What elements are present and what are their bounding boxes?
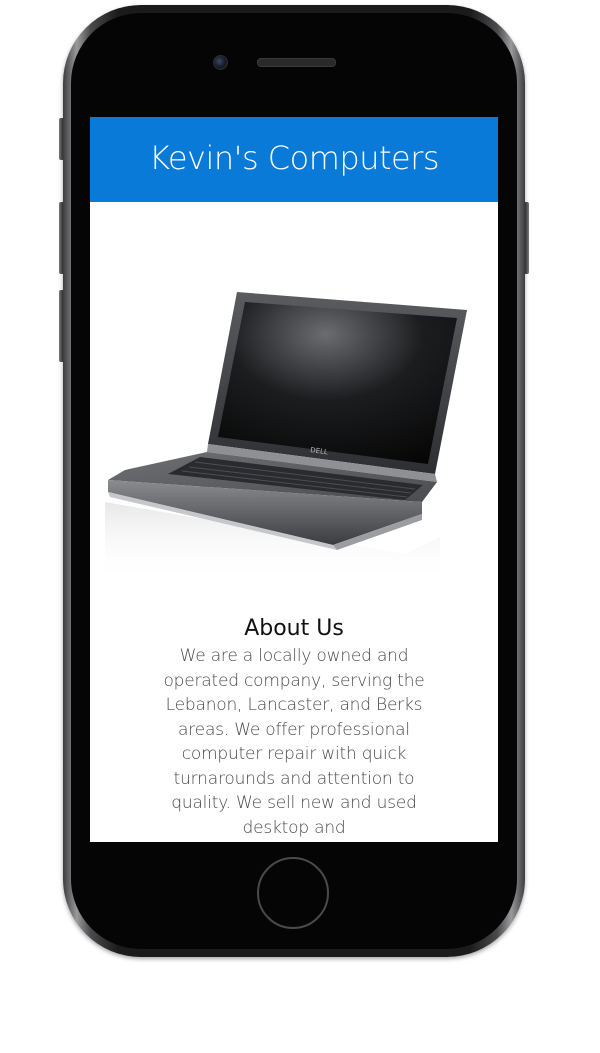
site-title[interactable]: Kevin's Computers [149,139,440,177]
stage: Kevin's Computers DELL About Us We are a… [0,0,600,1053]
site-header: Kevin's Computers [90,117,498,202]
camera-icon [213,55,228,70]
phone-screen: Kevin's Computers DELL About Us We are a… [90,117,498,842]
about-body-text: We are a locally owned and operated comp… [163,646,425,838]
about-heading: About Us [244,616,344,641]
about-section: About Us We are a locally owned and oper… [90,614,498,840]
hero-section: DELL [90,202,498,587]
speaker-icon [257,58,336,67]
laptop-image: DELL [105,292,467,582]
home-button-icon[interactable] [257,857,329,929]
